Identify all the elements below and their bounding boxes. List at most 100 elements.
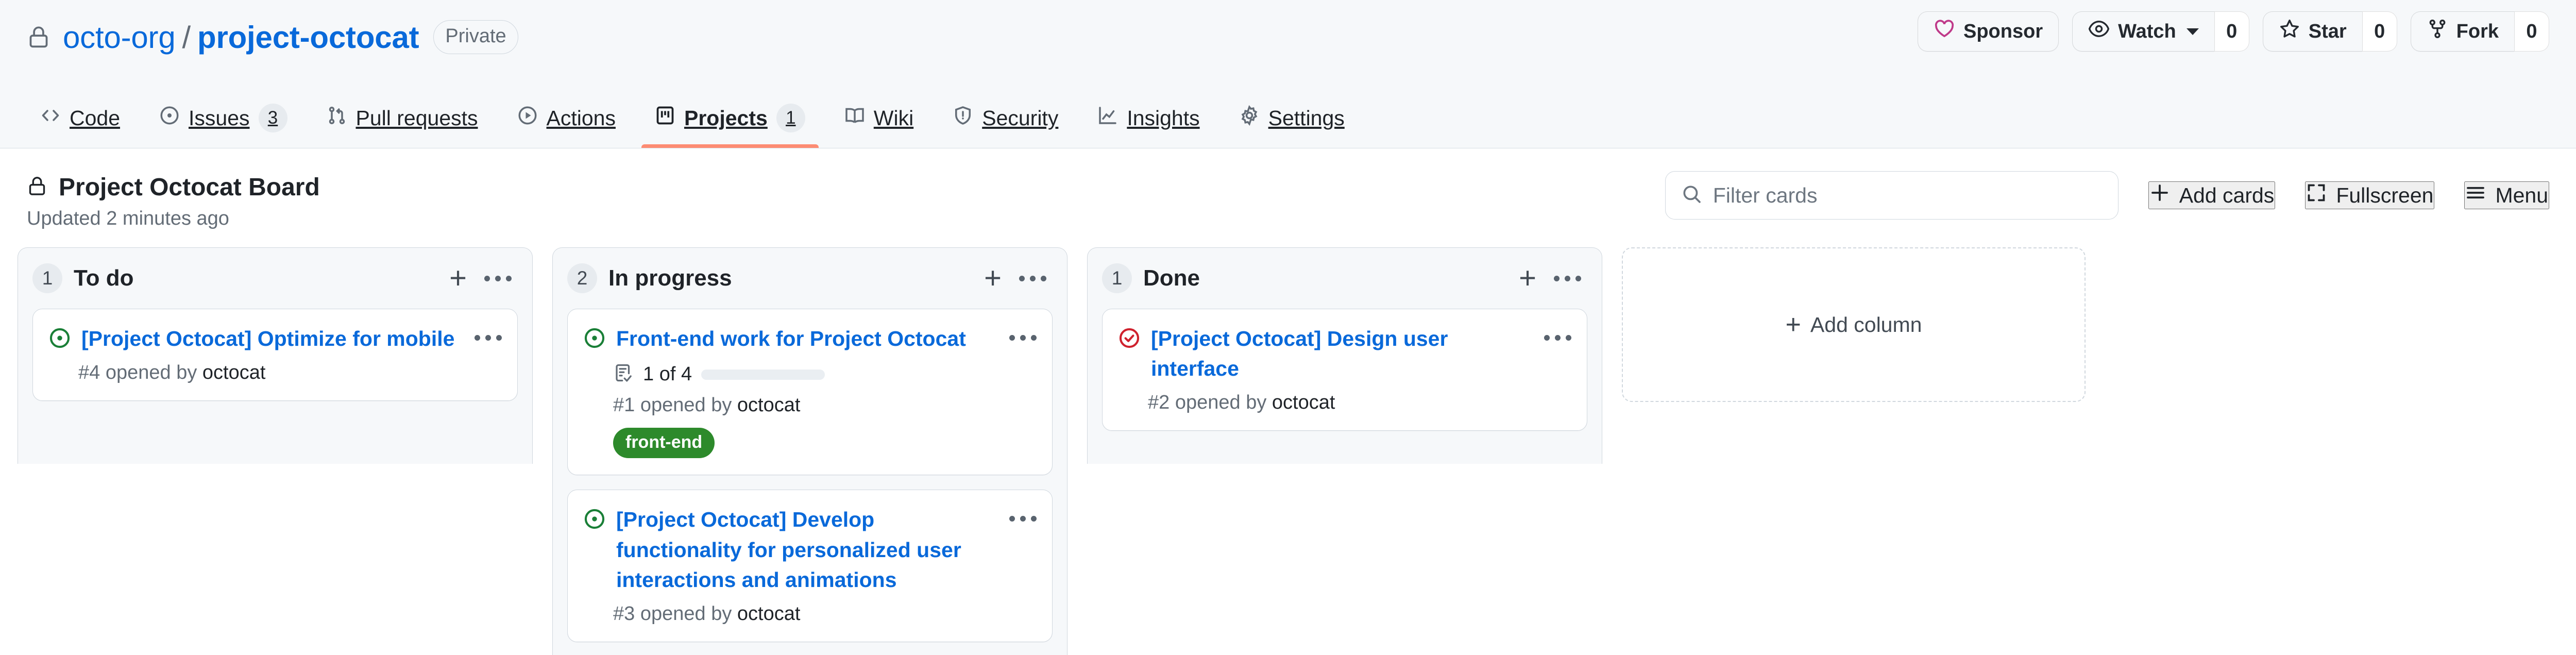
tab-insights-label: Insights: [1127, 106, 1200, 130]
add-card-icon[interactable]: +: [981, 263, 1005, 293]
lock-icon: [27, 23, 50, 52]
board-column: 1 To do + [Project Octocat] Optimize for mo…: [18, 247, 533, 464]
tab-insights[interactable]: Insights: [1084, 100, 1213, 148]
issue-opened-icon: [583, 324, 606, 352]
star-icon: [2279, 18, 2300, 45]
card-header: Front-end work for Project Octocat: [583, 324, 1037, 354]
watch-count[interactable]: 0: [2214, 11, 2249, 52]
column-card-count: 2: [567, 263, 597, 293]
card-tasklist: 1 of 4: [583, 363, 1037, 386]
card-labels: front-end: [583, 428, 1037, 459]
star-button[interactable]: Star: [2262, 11, 2362, 52]
column-menu-icon[interactable]: [1016, 272, 1049, 285]
watch-button[interactable]: Watch: [2072, 11, 2214, 52]
code-icon: [40, 105, 61, 131]
book-icon: [844, 105, 865, 131]
tab-issues[interactable]: Issues 3: [146, 100, 301, 148]
project-board: 1 To do + [Project Octocat] Optimize for mo…: [0, 247, 2576, 655]
add-card-icon[interactable]: +: [1516, 263, 1539, 293]
repo-owner-link[interactable]: octo-org: [63, 20, 176, 55]
column-name: In progress: [608, 265, 732, 291]
column-header: 1 To do +: [18, 248, 532, 309]
star-count[interactable]: 0: [2362, 11, 2397, 52]
card-meta: #2 opened by octocat: [1118, 392, 1571, 414]
card-menu-icon[interactable]: [1009, 505, 1037, 522]
tab-projects[interactable]: Projects 1: [641, 100, 819, 148]
graph-icon: [1097, 105, 1118, 131]
column-body: Front-end work for Project Octocat 1 of 4…: [553, 309, 1067, 655]
card-title-link[interactable]: Front-end work for Project Octocat: [616, 324, 999, 354]
project-updated-text: Updated 2 minutes ago: [27, 208, 229, 229]
gear-icon: [1239, 105, 1260, 131]
tab-pull-requests-label: Pull requests: [355, 106, 478, 130]
menu-button[interactable]: Menu: [2464, 181, 2549, 209]
fork-button-group: Fork 0: [2410, 11, 2549, 52]
card-title-link[interactable]: [Project Octocat] Develop functionality …: [616, 505, 999, 595]
add-card-icon[interactable]: +: [446, 263, 470, 293]
repo-name-link[interactable]: project-octocat: [197, 20, 419, 55]
fullscreen-button[interactable]: Fullscreen: [2305, 181, 2435, 209]
sponsor-button[interactable]: Sponsor: [1918, 11, 2059, 52]
issue-opened-icon: [159, 105, 180, 131]
project-card[interactable]: [Project Octocat] Optimize for mobile #4 …: [32, 309, 518, 401]
card-issue-number: #1: [613, 394, 635, 416]
watch-button-group: Watch 0: [2072, 11, 2249, 52]
project-card[interactable]: [Project Octocat] Design user interface #…: [1102, 309, 1587, 431]
label-chip[interactable]: front-end: [613, 428, 715, 459]
git-pull-request-icon: [327, 105, 347, 131]
repository-actions: Sponsor Watch 0 Star 0 Fork 0: [1918, 11, 2549, 52]
repository-nav: Code Issues 3 Pull requests Actions Proj…: [27, 100, 1370, 148]
card-meta-text: opened by: [640, 603, 732, 625]
tasklist-progress-text: 1 of 4: [643, 363, 692, 385]
card-meta: #3 opened by octocat: [583, 603, 1037, 625]
tab-pull-requests[interactable]: Pull requests: [313, 100, 492, 148]
breadcrumb-separator: /: [182, 20, 191, 55]
tab-settings-label: Settings: [1268, 106, 1345, 130]
add-cards-button[interactable]: Add cards: [2148, 181, 2276, 209]
tab-issues-label: Issues: [189, 106, 250, 130]
add-column-button[interactable]: + Add column: [1622, 247, 2086, 402]
tab-issues-counter: 3: [258, 104, 287, 132]
sponsor-label: Sponsor: [1963, 20, 2043, 42]
fork-count[interactable]: 0: [2514, 11, 2549, 52]
card-menu-icon[interactable]: [1544, 324, 1571, 341]
fork-button[interactable]: Fork: [2410, 11, 2514, 52]
tab-settings[interactable]: Settings: [1226, 100, 1358, 148]
card-meta: #1 opened by octocat: [583, 394, 1037, 416]
add-column-label: Add column: [1810, 312, 1922, 337]
issue-closed-icon: [1118, 324, 1141, 352]
filter-cards-input[interactable]: [1713, 183, 2103, 208]
fork-icon: [2427, 18, 2448, 45]
card-issue-number: #4: [78, 362, 100, 384]
tab-wiki[interactable]: Wiki: [831, 100, 927, 148]
tab-actions[interactable]: Actions: [504, 100, 629, 148]
eye-icon: [2088, 18, 2110, 45]
card-title-link[interactable]: [Project Octocat] Optimize for mobile: [81, 324, 464, 354]
card-title-link[interactable]: [Project Octocat] Design user interface: [1151, 324, 1534, 383]
card-meta-text: opened by: [105, 362, 197, 384]
fork-label: Fork: [2456, 20, 2499, 42]
play-icon: [517, 105, 538, 131]
card-menu-icon[interactable]: [474, 324, 502, 341]
tab-code-label: Code: [70, 106, 121, 130]
filter-cards-box[interactable]: [1665, 171, 2119, 220]
card-author: octocat: [737, 603, 801, 625]
tasklist-progress-bar: [701, 369, 825, 380]
page-title: Project Octocat Board: [59, 174, 320, 201]
tab-security[interactable]: Security: [939, 100, 1072, 148]
column-menu-icon[interactable]: [1551, 272, 1584, 285]
repository-header: octo-org / project-octocat Private Spons…: [0, 0, 2576, 148]
card-author: octocat: [737, 394, 801, 416]
project-toolbar: Add cards Fullscreen Menu: [1665, 171, 2549, 220]
star-button-group: Star 0: [2262, 11, 2397, 52]
tab-code[interactable]: Code: [27, 100, 133, 148]
card-meta-text: opened by: [640, 394, 732, 416]
column-menu-icon[interactable]: [481, 272, 515, 285]
project-subheader: Project Octocat Board Updated 2 minutes …: [0, 148, 2576, 247]
card-menu-icon[interactable]: [1009, 324, 1037, 341]
column-card-count: 1: [1102, 263, 1132, 293]
project-card[interactable]: Front-end work for Project Octocat 1 of 4…: [567, 309, 1053, 476]
project-card[interactable]: [Project Octocat] Develop functionality …: [567, 490, 1053, 643]
add-cards-label: Add cards: [2179, 183, 2275, 207]
column-body: [Project Octocat] Design user interface #…: [1088, 309, 1602, 445]
